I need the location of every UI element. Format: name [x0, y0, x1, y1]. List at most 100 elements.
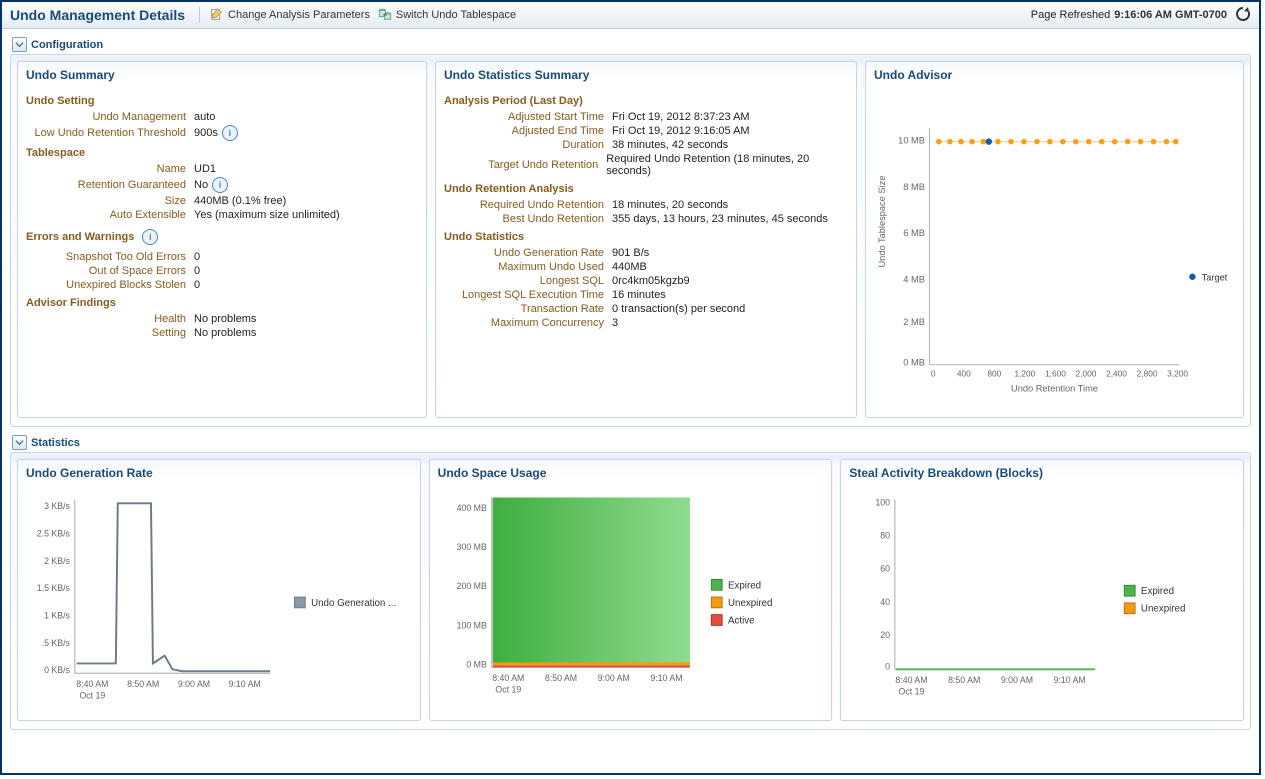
- svg-text:Expired: Expired: [1141, 586, 1174, 597]
- size-value: 440MB (0.1% free): [194, 195, 286, 207]
- svg-text:8:40 AM: 8:40 AM: [76, 679, 108, 689]
- low-undo-retention-link[interactable]: 900s: [194, 127, 218, 139]
- configuration-section-body: Undo Summary Undo Setting Undo Managemen…: [10, 54, 1251, 427]
- longest-sql-label: Longest SQL: [444, 275, 612, 287]
- setting-label: Setting: [26, 327, 194, 339]
- svg-text:60: 60: [881, 564, 891, 574]
- svg-text:8 MB: 8 MB: [903, 182, 925, 192]
- low-undo-retention-label: Low Undo Retention Threshold: [26, 127, 194, 139]
- best-ret-value: 355 days, 13 hours, 23 minutes, 45 secon…: [612, 213, 828, 225]
- undo-advisor-chart[interactable]: Undo Tablespace Size 10 MB 8 MB 6 MB 4 M…: [874, 89, 1235, 409]
- info-icon[interactable]: i: [222, 125, 238, 141]
- analysis-period-head: Analysis Period (Last Day): [444, 95, 848, 107]
- svg-text:Oct 19: Oct 19: [79, 691, 105, 701]
- undo-advisor-card: Undo Advisor Undo Tablespace Size 10 MB …: [865, 61, 1244, 418]
- refresh-button[interactable]: [1235, 6, 1251, 25]
- longest-sql-link[interactable]: 0rc4km05kgzb9: [612, 275, 690, 287]
- statistics-collapse-toggle[interactable]: [12, 435, 27, 450]
- configuration-section-label: Configuration: [31, 39, 103, 51]
- undo-generation-rate-card: Undo Generation Rate 3 KB/s 2.5 KB/s 2 K…: [17, 459, 421, 721]
- svg-text:400: 400: [957, 369, 971, 379]
- svg-text:8:50 AM: 8:50 AM: [545, 673, 577, 683]
- svg-text:0 KB/s: 0 KB/s: [44, 665, 70, 675]
- svg-text:3,200: 3,200: [1167, 369, 1188, 379]
- y-axis-label: Undo Tablespace Size: [877, 176, 887, 268]
- svg-text:400 MB: 400 MB: [456, 503, 486, 513]
- unexpired-stolen-label: Unexpired Blocks Stolen: [26, 279, 194, 291]
- errors-warnings-label: Errors and Warnings: [26, 231, 134, 243]
- svg-text:0 MB: 0 MB: [466, 659, 487, 669]
- max-conc-label: Maximum Concurrency: [444, 317, 612, 329]
- adj-start-label: Adjusted Start Time: [444, 111, 612, 123]
- undo-summary-card: Undo Summary Undo Setting Undo Managemen…: [17, 61, 427, 418]
- svg-text:2 KB/s: 2 KB/s: [44, 556, 70, 566]
- duration-label: Duration: [444, 139, 612, 151]
- tablespace-head: Tablespace: [26, 147, 418, 159]
- auto-extensible-value: Yes (maximum size unlimited): [194, 209, 340, 221]
- svg-text:9:10 AM: 9:10 AM: [650, 673, 682, 683]
- size-label: Size: [26, 195, 194, 207]
- svg-text:4 MB: 4 MB: [903, 274, 925, 284]
- page-refreshed-time: 9:16:06 AM GMT-0700: [1114, 9, 1227, 21]
- svg-text:300 MB: 300 MB: [456, 542, 486, 552]
- info-icon[interactable]: i: [212, 177, 228, 193]
- max-used-value: 440MB: [612, 261, 647, 273]
- change-analysis-parameters-label: Change Analysis Parameters: [228, 9, 370, 21]
- refresh-icon: [1235, 6, 1251, 22]
- req-ret-value: 18 minutes, 20 seconds: [612, 199, 728, 211]
- duration-value: 38 minutes, 42 seconds: [612, 139, 728, 151]
- svg-text:8:40 AM: 8:40 AM: [896, 675, 928, 685]
- svg-text:2.5 KB/s: 2.5 KB/s: [37, 529, 71, 539]
- undo-generation-rate-chart[interactable]: 3 KB/s 2.5 KB/s 2 KB/s 1.5 KB/s 1 KB/s .…: [26, 487, 412, 712]
- tx-rate-label: Transaction Rate: [444, 303, 612, 315]
- setting-value: No problems: [194, 327, 256, 339]
- svg-text:2,400: 2,400: [1106, 369, 1127, 379]
- undo-space-usage-title: Undo Space Usage: [438, 464, 824, 487]
- svg-text:80: 80: [881, 530, 891, 540]
- target-ret-label: Target Undo Retention: [444, 159, 606, 171]
- configuration-section-header: Configuration: [12, 37, 1251, 52]
- retention-analysis-head: Undo Retention Analysis: [444, 183, 848, 195]
- svg-text:1 KB/s: 1 KB/s: [44, 611, 70, 621]
- steal-activity-title: Steal Activity Breakdown (Blocks): [849, 464, 1235, 487]
- info-icon[interactable]: i: [142, 229, 158, 245]
- configuration-collapse-toggle[interactable]: [12, 37, 27, 52]
- ts-name-link[interactable]: UD1: [194, 163, 216, 175]
- adj-end-value: Fri Oct 19, 2012 9:16:05 AM: [612, 125, 750, 137]
- svg-text:Undo Generation ...: Undo Generation ...: [311, 598, 396, 609]
- statistics-section-body: Undo Generation Rate 3 KB/s 2.5 KB/s 2 K…: [10, 452, 1251, 730]
- undo-space-usage-chart[interactable]: 400 MB 300 MB 200 MB 100 MB 0 MB Expired: [438, 487, 824, 712]
- undo-statistics-summary-card: Undo Statistics Summary Analysis Period …: [435, 61, 857, 418]
- change-analysis-parameters-button[interactable]: Change Analysis Parameters: [206, 5, 374, 26]
- svg-text:2 MB: 2 MB: [903, 317, 925, 327]
- svg-text:0: 0: [931, 369, 936, 379]
- svg-text:1.5 KB/s: 1.5 KB/s: [37, 583, 71, 593]
- svg-text:10 MB: 10 MB: [898, 135, 925, 145]
- svg-text:9:10 AM: 9:10 AM: [229, 679, 261, 689]
- ts-name-label: Name: [26, 163, 194, 175]
- svg-text:Oct 19: Oct 19: [899, 687, 925, 697]
- adj-start-value: Fri Oct 19, 2012 8:37:23 AM: [612, 111, 750, 123]
- page-refreshed-label: Page Refreshed: [1031, 9, 1111, 21]
- advisor-findings-head: Advisor Findings: [26, 297, 418, 309]
- longest-sql-time-value: 16 minutes: [612, 289, 666, 301]
- adj-end-label: Adjusted End Time: [444, 125, 612, 137]
- svg-text:1,600: 1,600: [1045, 369, 1066, 379]
- page-header: Undo Management Details Change Analysis …: [2, 2, 1259, 29]
- x-axis-label: Undo Retention Time: [1011, 384, 1098, 394]
- statistics-section-label: Statistics: [31, 437, 80, 449]
- undo-space-usage-card: Undo Space Usage 400 MB 300 MB 200 MB 10…: [429, 459, 833, 721]
- svg-text:8:50 AM: 8:50 AM: [948, 675, 980, 685]
- switch-undo-tablespace-button[interactable]: Switch Undo Tablespace: [374, 5, 520, 26]
- target-ret-value: Required Undo Retention (18 minutes, 20 …: [606, 153, 848, 177]
- svg-text:9:00 AM: 9:00 AM: [178, 679, 210, 689]
- max-used-label: Maximum Undo Used: [444, 261, 612, 273]
- steal-activity-chart[interactable]: 100 80 60 40 20 0 Expired Unexpired: [849, 487, 1235, 712]
- undo-summary-title: Undo Summary: [26, 66, 418, 89]
- separator: [199, 7, 200, 23]
- out-of-space-value: 0: [194, 265, 200, 277]
- svg-text:200 MB: 200 MB: [456, 581, 486, 591]
- snapshot-too-old-value: 0: [194, 251, 200, 263]
- svg-text:100: 100: [876, 497, 891, 507]
- errors-warnings-head: Errors and Warnings i: [26, 229, 158, 245]
